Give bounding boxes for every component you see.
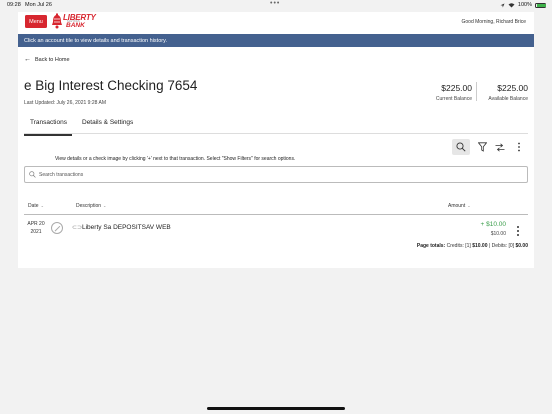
available-balance: $225.00 Available Balance bbox=[488, 83, 528, 102]
column-description-label: Description bbox=[76, 203, 102, 209]
search-input[interactable] bbox=[39, 171, 519, 178]
filter-button[interactable] bbox=[476, 140, 488, 154]
column-date[interactable]: Date ⌄ bbox=[28, 203, 44, 209]
more-vertical-icon bbox=[518, 142, 520, 152]
row-description: Liberty Sa DEPOSITSAV WEB bbox=[82, 224, 171, 231]
account-tabs: Transactions Details & Settings bbox=[24, 115, 528, 136]
page-totals-label: Page totals: bbox=[416, 243, 446, 249]
available-balance-amount: $225.00 bbox=[497, 83, 528, 93]
row-date-day: APR 20 bbox=[27, 221, 45, 227]
location-icon bbox=[500, 3, 505, 7]
available-balance-label: Available Balance bbox=[488, 96, 528, 102]
home-indicator[interactable] bbox=[207, 407, 345, 410]
arrow-left-icon: ← bbox=[24, 56, 31, 63]
status-right: 100% bbox=[500, 2, 546, 8]
tab-transactions[interactable]: Transactions bbox=[24, 119, 72, 136]
column-date-label: Date bbox=[28, 203, 39, 209]
row-more-icon[interactable] bbox=[516, 225, 520, 237]
pending-status-icon bbox=[51, 222, 63, 234]
battery-percent: 100% bbox=[517, 2, 532, 8]
page-totals: Page totals: Credits: [1] $10.00 | Debit… bbox=[417, 243, 528, 249]
column-description[interactable]: Description ⌄ bbox=[76, 203, 106, 209]
column-amount-label: Amount bbox=[448, 203, 466, 209]
sort-caret-icon: ⌄ bbox=[467, 203, 471, 208]
sort-icon bbox=[495, 142, 505, 152]
status-bar: 09:28 Mon Jul 26 ••• 100% bbox=[0, 0, 552, 11]
sort-caret-icon: ⌄ bbox=[40, 203, 44, 208]
main-card: Menu LIBERTY SAVINGS BANK Good Morning, … bbox=[18, 12, 534, 268]
last-updated: Last Updated: July 26, 2021 9:28 AM bbox=[24, 100, 106, 106]
current-balance-amount: $225.00 bbox=[441, 83, 472, 93]
table-row[interactable]: APR 20 2021 ⊂⊃ Liberty Sa DEPOSITSAV WEB… bbox=[24, 217, 528, 241]
search-toggle-button[interactable] bbox=[452, 139, 470, 155]
liberty-bell-icon bbox=[52, 13, 62, 29]
search-icon bbox=[456, 142, 466, 152]
current-balance-label: Current Balance bbox=[435, 96, 472, 102]
row-date: APR 20 2021 bbox=[26, 220, 46, 236]
banner-text: Click an account tile to view details an… bbox=[24, 37, 167, 44]
bank-logo[interactable]: LIBERTY SAVINGS BANK bbox=[52, 13, 100, 31]
logo-text-bank: BANK bbox=[66, 22, 85, 29]
sort-caret-icon: ⌄ bbox=[103, 203, 107, 208]
back-label: Back to Home bbox=[35, 56, 70, 63]
status-date: Mon Jul 26 bbox=[25, 2, 52, 8]
row-date-year: 2021 bbox=[30, 229, 42, 235]
credits-text: Credits: [1] bbox=[446, 243, 471, 249]
info-banner: Click an account tile to view details an… bbox=[18, 34, 534, 47]
filter-icon bbox=[477, 142, 487, 152]
sort-button[interactable] bbox=[494, 140, 506, 154]
multitask-dots-icon[interactable]: ••• bbox=[270, 0, 280, 7]
greeting-text: Good Morning, Richard Brice bbox=[461, 19, 526, 25]
status-time: 09:28 bbox=[7, 2, 21, 8]
transfer-link-icon: ⊂⊃ bbox=[72, 225, 83, 231]
menu-button[interactable]: Menu bbox=[25, 15, 47, 28]
search-transactions-field[interactable] bbox=[24, 166, 528, 183]
tab-details-settings[interactable]: Details & Settings bbox=[82, 119, 133, 126]
balance-divider bbox=[476, 82, 477, 101]
totals-separator: | bbox=[488, 243, 491, 249]
transactions-table-header: Date ⌄ Description ⌄ Amount ⌄ bbox=[24, 200, 528, 215]
search-icon bbox=[29, 171, 36, 178]
back-to-home-link[interactable]: ← Back to Home bbox=[24, 56, 70, 63]
column-amount[interactable]: Amount ⌄ bbox=[448, 203, 471, 209]
debits-text: Debits: [0] bbox=[491, 243, 515, 249]
more-options-button[interactable] bbox=[515, 140, 523, 154]
row-amount: + $10.00 bbox=[480, 221, 506, 228]
row-running-balance: $10.00 bbox=[490, 231, 506, 237]
instruction-text: View details or a check image by clickin… bbox=[55, 156, 296, 162]
current-balance: $225.00 Current Balance bbox=[436, 83, 472, 102]
account-title: e Big Interest Checking 7654 bbox=[24, 78, 198, 93]
credits-amount: $10.00 bbox=[472, 243, 488, 249]
debits-amount: $0.00 bbox=[515, 243, 528, 249]
battery-icon bbox=[535, 2, 546, 8]
wifi-icon bbox=[508, 2, 515, 7]
